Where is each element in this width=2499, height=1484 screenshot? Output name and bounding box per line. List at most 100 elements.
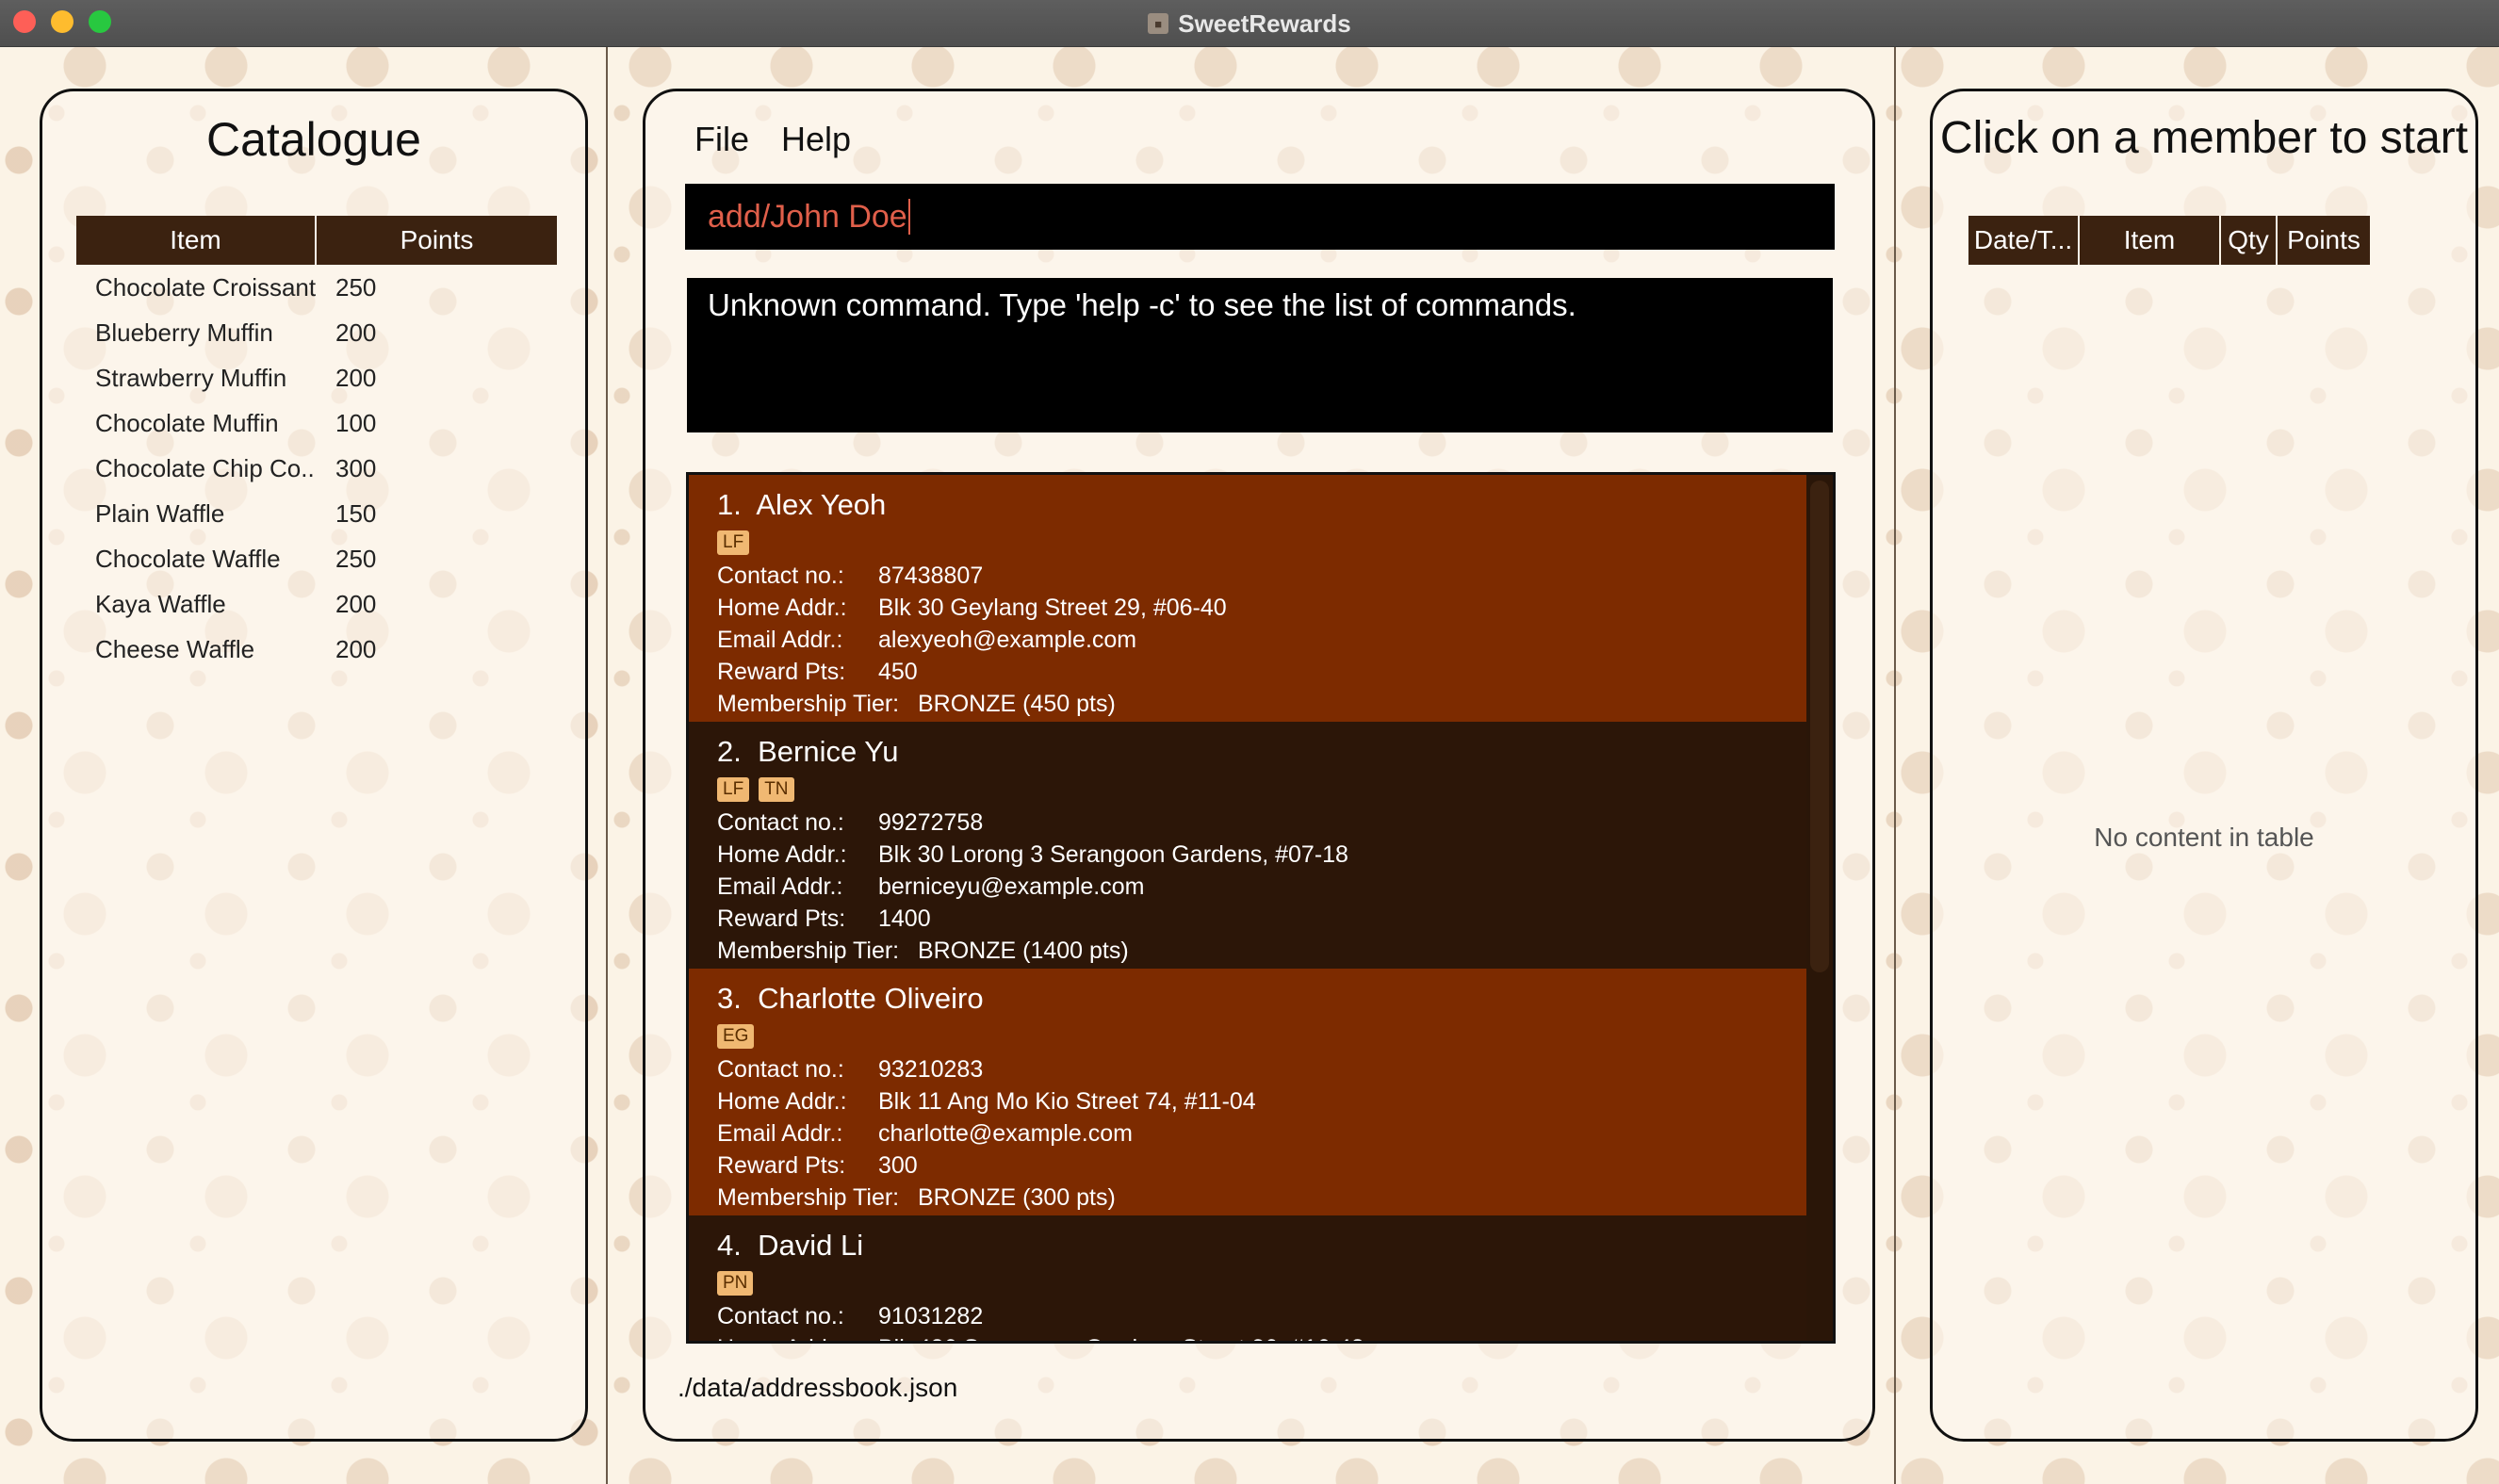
catalogue-item-points: 250 — [335, 272, 377, 302]
transactions-panel: Click on a member to start Date/T... Ite… — [1930, 89, 2478, 1442]
member-card[interactable]: 3. Charlotte Oliveiro EG Contact no.: 93210… — [689, 969, 1806, 1215]
member-field-home: Home Addr.: Blk 30 Geylang Street 29, #06… — [717, 592, 1778, 624]
member-field-home: Home Addr.: Blk 11 Ang Mo Kio Street 74, … — [717, 1085, 1778, 1117]
catalogue-row[interactable]: Cheese Waffle 200 — [76, 627, 557, 672]
catalogue-header: Item Points — [76, 216, 557, 265]
field-label: Home Addr.: — [717, 594, 847, 621]
member-field-email: Email Addr.: berniceyu@example.com — [717, 871, 1778, 903]
catalogue-panel: Catalogue Item Points Chocolate Croissan… — [40, 89, 588, 1442]
member-list[interactable]: 1. Alex Yeoh LF Contact no.: 87438807 Home A… — [686, 472, 1836, 1344]
field-label: Reward Pts: — [717, 905, 846, 932]
menu-help[interactable]: Help — [781, 120, 851, 159]
field-value: 99272758 — [878, 808, 984, 836]
result-display: Unknown command. Type 'help -c' to see t… — [687, 278, 1833, 432]
catalogue-row[interactable]: Chocolate Waffle 250 — [76, 536, 557, 581]
catalogue-item-name: Chocolate Croissant — [95, 272, 317, 302]
member-card[interactable]: 2. Bernice Yu LF TN Contact no.: 99272758 Hom… — [689, 722, 1806, 969]
catalogue-item-name: Cheese Waffle — [95, 634, 255, 663]
member-field-home: Home Addr.: Blk 30 Lorong 3 Serangoon Gar… — [717, 839, 1778, 871]
member-field-contact: Contact no.: 91031282 — [717, 1300, 1778, 1332]
column-header-points[interactable]: Points — [317, 216, 557, 265]
title-bar: ■ SweetRewards — [0, 0, 2499, 47]
member-name: 2. Bernice Yu — [717, 735, 1778, 773]
field-value: Blk 30 Geylang Street 29, #06-40 — [878, 594, 1227, 621]
field-value: Blk 11 Ang Mo Kio Street 74, #11-04 — [878, 1087, 1256, 1115]
field-value: charlotte@example.com — [878, 1119, 1133, 1147]
field-label: Contact no.: — [717, 1302, 844, 1329]
field-label: Email Addr.: — [717, 872, 843, 900]
column-header-points[interactable]: Points — [2278, 216, 2370, 265]
member-tags: LF TN — [717, 773, 1778, 807]
status-file-path: ./data/addressbook.json — [678, 1373, 958, 1402]
field-value: berniceyu@example.com — [878, 872, 1145, 900]
member-field-email: Email Addr.: charlotte@example.com — [717, 1117, 1778, 1150]
field-value: BRONZE (450 pts) — [918, 690, 1116, 717]
tag-badge: PN — [717, 1271, 754, 1296]
catalogue-item-name: Kaya Waffle — [95, 589, 226, 618]
member-tags: PN — [717, 1266, 1778, 1300]
member-card[interactable]: 1. Alex Yeoh LF Contact no.: 87438807 Home A… — [689, 475, 1806, 722]
field-label: Home Addr.: — [717, 1087, 847, 1115]
field-value: 93210283 — [878, 1055, 984, 1083]
member-name-text: Alex Yeoh — [756, 488, 887, 521]
member-name: 1. Alex Yeoh — [717, 488, 1778, 526]
member-field-contact: Contact no.: 87438807 — [717, 560, 1778, 592]
field-label: Membership Tier: — [717, 690, 900, 717]
field-value: Blk 30 Lorong 3 Serangoon Gardens, #07-1… — [878, 840, 1348, 868]
catalogue-item-name: Strawberry Muffin — [95, 363, 287, 392]
catalogue-row[interactable]: Strawberry Muffin 200 — [76, 355, 557, 400]
field-value: 450 — [878, 658, 918, 685]
column-header-item[interactable]: Item — [2080, 216, 2221, 265]
catalogue-row[interactable]: Kaya Waffle 200 — [76, 581, 557, 627]
member-field-home: Home Addr.:Blk 436 Serangoon Gardens Str… — [717, 1332, 1778, 1342]
menu-file[interactable]: File — [694, 120, 749, 159]
scrollbar-thumb[interactable] — [1810, 481, 1829, 972]
field-value: 91031282 — [878, 1302, 984, 1329]
catalogue-row[interactable]: Plain Waffle 150 — [76, 491, 557, 536]
field-label: Home Addr.: — [717, 840, 847, 868]
member-tags: LF — [717, 526, 1778, 560]
member-index: 2. — [717, 735, 742, 768]
panel-divider[interactable] — [1894, 47, 1896, 1484]
catalogue-item-points: 150 — [335, 498, 377, 528]
catalogue-item-points: 200 — [335, 318, 377, 347]
column-header-date[interactable]: Date/T... — [1968, 216, 2080, 265]
panel-divider[interactable] — [606, 47, 608, 1484]
member-field-contact: Contact no.: 99272758 — [717, 807, 1778, 839]
catalogue-row[interactable]: Blueberry Muffin 200 — [76, 310, 557, 355]
tag-badge: EG — [717, 1024, 755, 1049]
empty-table-message: No content in table — [2094, 823, 2314, 852]
member-field-tier: Membership Tier: BRONZE (300 pts) — [717, 1182, 1778, 1214]
field-value: 1400 — [878, 905, 931, 932]
catalogue-row[interactable]: Chocolate Muffin 100 — [76, 400, 557, 446]
member-name: 3. Charlotte Oliveiro — [717, 982, 1778, 1019]
member-index: 4. — [717, 1229, 742, 1262]
command-input[interactable]: add/John Doe — [685, 184, 1835, 250]
field-label: Contact no.: — [717, 1055, 844, 1083]
catalogue-item-name: Plain Waffle — [95, 498, 225, 528]
field-label: Contact no.: — [717, 808, 844, 836]
member-card[interactable]: 4. David LiPNContact no.:91031282Home Ad… — [689, 1215, 1806, 1342]
field-label: Home Addr.: — [717, 1335, 878, 1342]
catalogue-row[interactable]: Chocolate Chip Co... 300 — [76, 446, 557, 491]
catalogue-title: Catalogue — [206, 113, 421, 166]
column-header-item[interactable]: Item — [76, 216, 317, 265]
catalogue-item-points: 100 — [335, 408, 377, 437]
member-field-tier: Membership Tier: BRONZE (1400 pts) — [717, 935, 1778, 967]
catalogue-item-name: Chocolate Waffle — [95, 544, 281, 573]
field-label: Email Addr.: — [717, 1119, 843, 1147]
catalogue-item-points: 300 — [335, 453, 377, 482]
field-label: Reward Pts: — [717, 1151, 846, 1179]
member-field-tier: Membership Tier: BRONZE (450 pts) — [717, 688, 1778, 720]
member-field-reward: Reward Pts: 450 — [717, 656, 1778, 688]
catalogue-item-name: Chocolate Muffin — [95, 408, 279, 437]
column-header-qty[interactable]: Qty — [2221, 216, 2278, 265]
tag-badge: LF — [717, 530, 750, 555]
catalogue-item-name: Chocolate Chip Co... — [95, 453, 317, 482]
catalogue-row[interactable]: Chocolate Croissant 250 — [76, 265, 557, 310]
field-label: Contact no.: — [717, 562, 844, 589]
field-value: 87438807 — [878, 562, 984, 589]
field-value: BRONZE (1400 pts) — [918, 937, 1129, 964]
member-name-text: David Li — [758, 1229, 864, 1262]
main-panel: File Help add/John Doe Unknown command. … — [643, 89, 1875, 1442]
